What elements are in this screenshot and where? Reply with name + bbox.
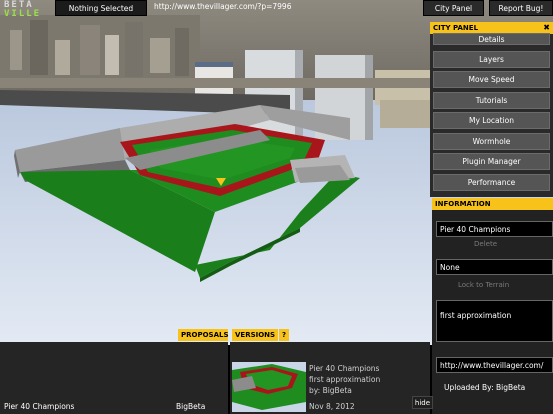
top-bar: BETA VILLE Nothing Selected http://www.t… xyxy=(0,0,553,19)
report-bug-button[interactable]: Report Bug! xyxy=(489,0,553,16)
tab-versions[interactable]: VERSIONS xyxy=(232,329,278,341)
delete-button-ghost: Delete xyxy=(474,240,497,248)
layers-button[interactable]: Layers xyxy=(433,51,550,68)
logo-line-2: VILLE xyxy=(4,9,42,19)
version-description: first approximation xyxy=(309,375,381,384)
uploaded-by-label: Uploaded By: BigBeta xyxy=(444,383,526,392)
plugin-manager-button[interactable]: Plugin Manager xyxy=(433,153,550,170)
description-field[interactable]: first approximation xyxy=(436,300,553,342)
url-field[interactable]: http://www.thevillager.com/ xyxy=(436,357,553,373)
details-button[interactable]: Details xyxy=(433,33,550,45)
performance-button[interactable]: Performance xyxy=(433,174,550,191)
versions-panel: Pier 40 Champions first approximation by… xyxy=(230,342,430,414)
version-name: Pier 40 Champions xyxy=(309,364,380,373)
proposals-panel: Pier 40 Champions BigBeta xyxy=(0,342,228,414)
tab-proposals[interactable]: PROPOSALS xyxy=(178,329,229,341)
city-panel-title: CITY PANEL xyxy=(433,24,479,32)
my-location-button[interactable]: My Location xyxy=(433,112,550,129)
hide-button[interactable]: hide xyxy=(412,396,433,409)
move-speed-button[interactable]: Move Speed xyxy=(433,71,550,88)
tutorials-button[interactable]: Tutorials xyxy=(433,92,550,109)
version-author: by: BigBeta xyxy=(309,386,352,395)
information-header: INFORMATION xyxy=(432,198,553,210)
wormhole-button[interactable]: Wormhole xyxy=(433,133,550,150)
information-panel: INFORMATION Pier 40 Champions Delete Non… xyxy=(432,198,553,414)
city-panel-button[interactable]: City Panel xyxy=(423,0,484,16)
location-url[interactable]: http://www.thevillager.com/?p=7996 xyxy=(154,2,291,11)
lock-terrain-button-ghost: Lock to Terrain xyxy=(458,281,510,289)
version-date: Nov 8, 2012 xyxy=(309,402,355,411)
address-field[interactable]: None xyxy=(436,259,553,275)
help-icon[interactable]: ? xyxy=(279,329,289,341)
city-panel: CITY PANEL ✖ Details Layers Move Speed T… xyxy=(430,22,553,197)
proposal-author: BigBeta xyxy=(176,402,206,411)
selection-status: Nothing Selected xyxy=(55,0,147,16)
version-thumbnail[interactable] xyxy=(232,362,306,412)
proposal-name[interactable]: Pier 40 Champions xyxy=(4,402,74,411)
app-logo: BETA VILLE xyxy=(4,1,48,23)
name-field[interactable]: Pier 40 Champions xyxy=(436,221,553,237)
